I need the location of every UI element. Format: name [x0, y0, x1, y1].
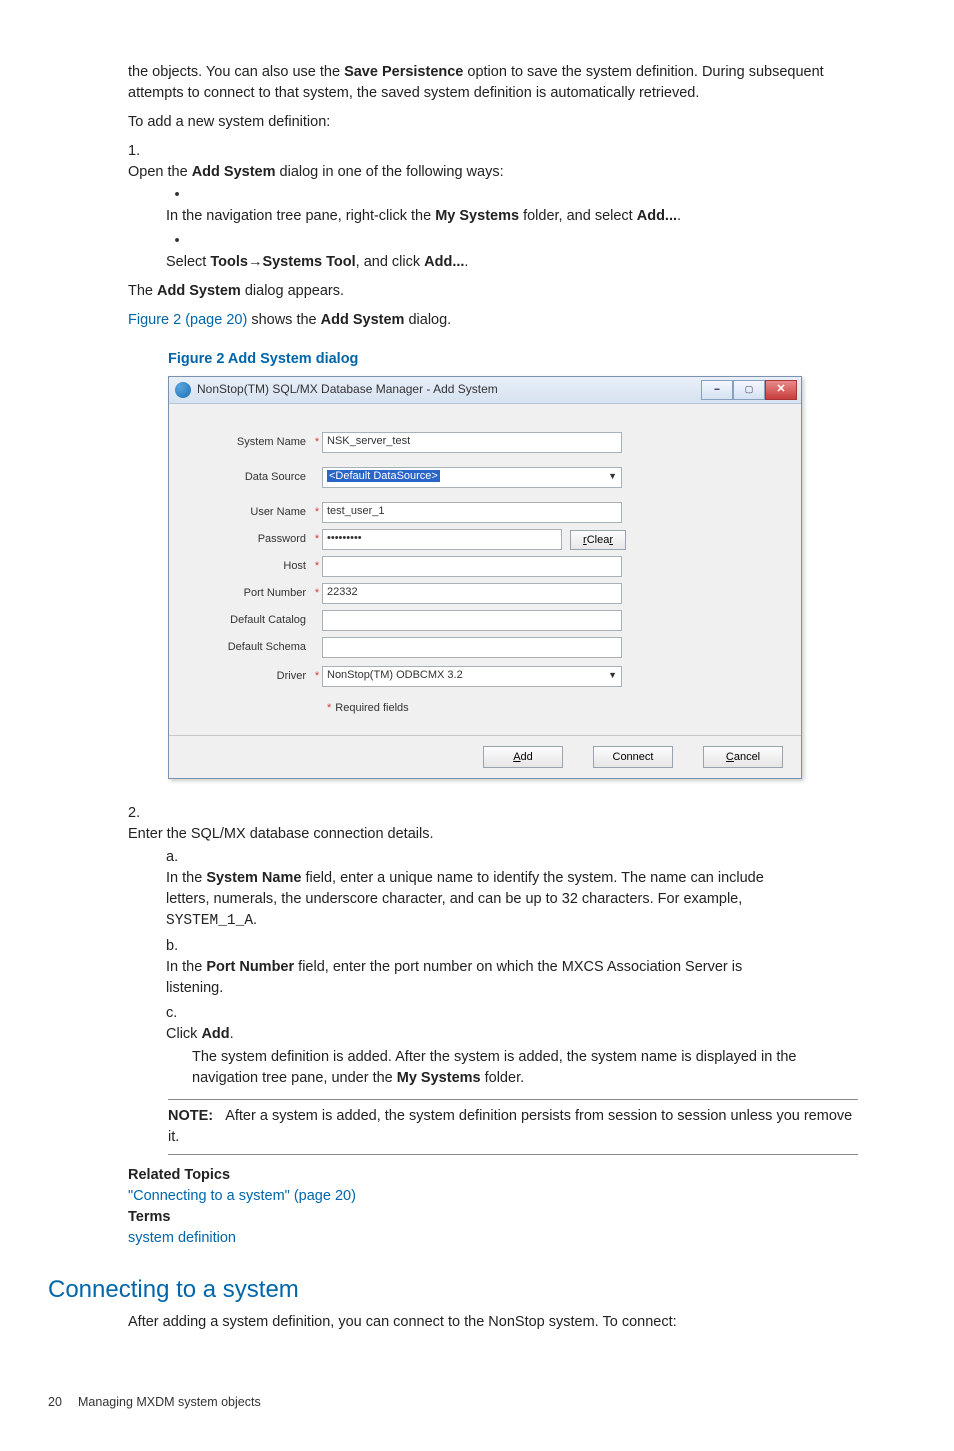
- minimize-button[interactable]: [701, 380, 733, 400]
- label-data-source: Data Source: [191, 470, 312, 486]
- label-password: Password: [191, 532, 312, 548]
- combo-driver[interactable]: NonStop(TM) ODBCMX 3.2 ▼: [322, 666, 622, 687]
- dialog-title: NonStop(TM) SQL/MX Database Manager - Ad…: [197, 381, 701, 398]
- note-block: NOTE: After a system is added, the syste…: [168, 1099, 858, 1155]
- hp-logo-icon: [175, 382, 191, 398]
- add-system-dialog: NonStop(TM) SQL/MX Database Manager - Ad…: [168, 376, 802, 779]
- input-system-name[interactable]: NSK_server_test: [322, 432, 622, 453]
- step1-bullet-1: • In the navigation tree pane, right-cli…: [166, 183, 828, 229]
- page-footer: 20Managing MXDM system objects: [48, 1393, 858, 1411]
- chevron-down-icon: ▼: [608, 470, 617, 483]
- figure-2-caption: Figure 2 Add System dialog: [168, 349, 858, 370]
- input-default-catalog[interactable]: [322, 610, 622, 631]
- close-button[interactable]: [765, 380, 797, 400]
- section-connecting-heading: Connecting to a system: [48, 1273, 858, 1308]
- related-topics: Related Topics "Connecting to a system" …: [128, 1165, 858, 1249]
- related-link-1[interactable]: "Connecting to a system" (page 20): [128, 1188, 356, 1204]
- label-host: Host: [191, 559, 312, 575]
- input-user-name[interactable]: test_user_1: [322, 502, 622, 523]
- combo-data-source[interactable]: <Default DataSource> ▼: [322, 467, 622, 488]
- input-port-number[interactable]: 22332: [322, 583, 622, 604]
- add-button[interactable]: Add: [483, 746, 563, 768]
- step-1: 1. Open the Add System dialog in one of …: [128, 141, 858, 339]
- cancel-button[interactable]: Cancel: [703, 746, 783, 768]
- section-connecting-p1: After adding a system definition, you ca…: [128, 1312, 858, 1333]
- dialog-titlebar[interactable]: NonStop(TM) SQL/MX Database Manager - Ad…: [169, 377, 801, 404]
- label-port-number: Port Number: [191, 586, 312, 602]
- term-link-1[interactable]: system definition: [128, 1230, 236, 1246]
- input-host[interactable]: [322, 556, 622, 577]
- intro-paragraph-2: To add a new system definition:: [128, 112, 858, 133]
- required-fields-note: *Required fields: [323, 701, 779, 717]
- input-password[interactable]: •••••••••: [322, 529, 562, 550]
- maximize-button[interactable]: [733, 380, 765, 400]
- step1-bullet-2: • Select Tools→Systems Tool, and click A…: [166, 229, 828, 275]
- clear-button[interactable]: rClearClear: [570, 530, 626, 550]
- label-driver: Driver: [191, 669, 312, 685]
- label-user-name: User Name: [191, 505, 312, 521]
- label-system-name: System Name: [191, 435, 312, 451]
- step-2: 2. Enter the SQL/MX database connection …: [128, 803, 858, 1089]
- input-default-schema[interactable]: [322, 637, 622, 658]
- connect-button[interactable]: Connect: [593, 746, 673, 768]
- label-default-schema: Default Schema: [191, 640, 312, 656]
- label-default-catalog: Default Catalog: [191, 613, 312, 629]
- chevron-down-icon: ▼: [608, 669, 617, 682]
- intro-paragraph-1: the objects. You can also use the Save P…: [128, 62, 858, 104]
- figure-ref-link[interactable]: Figure 2 (page 20): [128, 312, 247, 328]
